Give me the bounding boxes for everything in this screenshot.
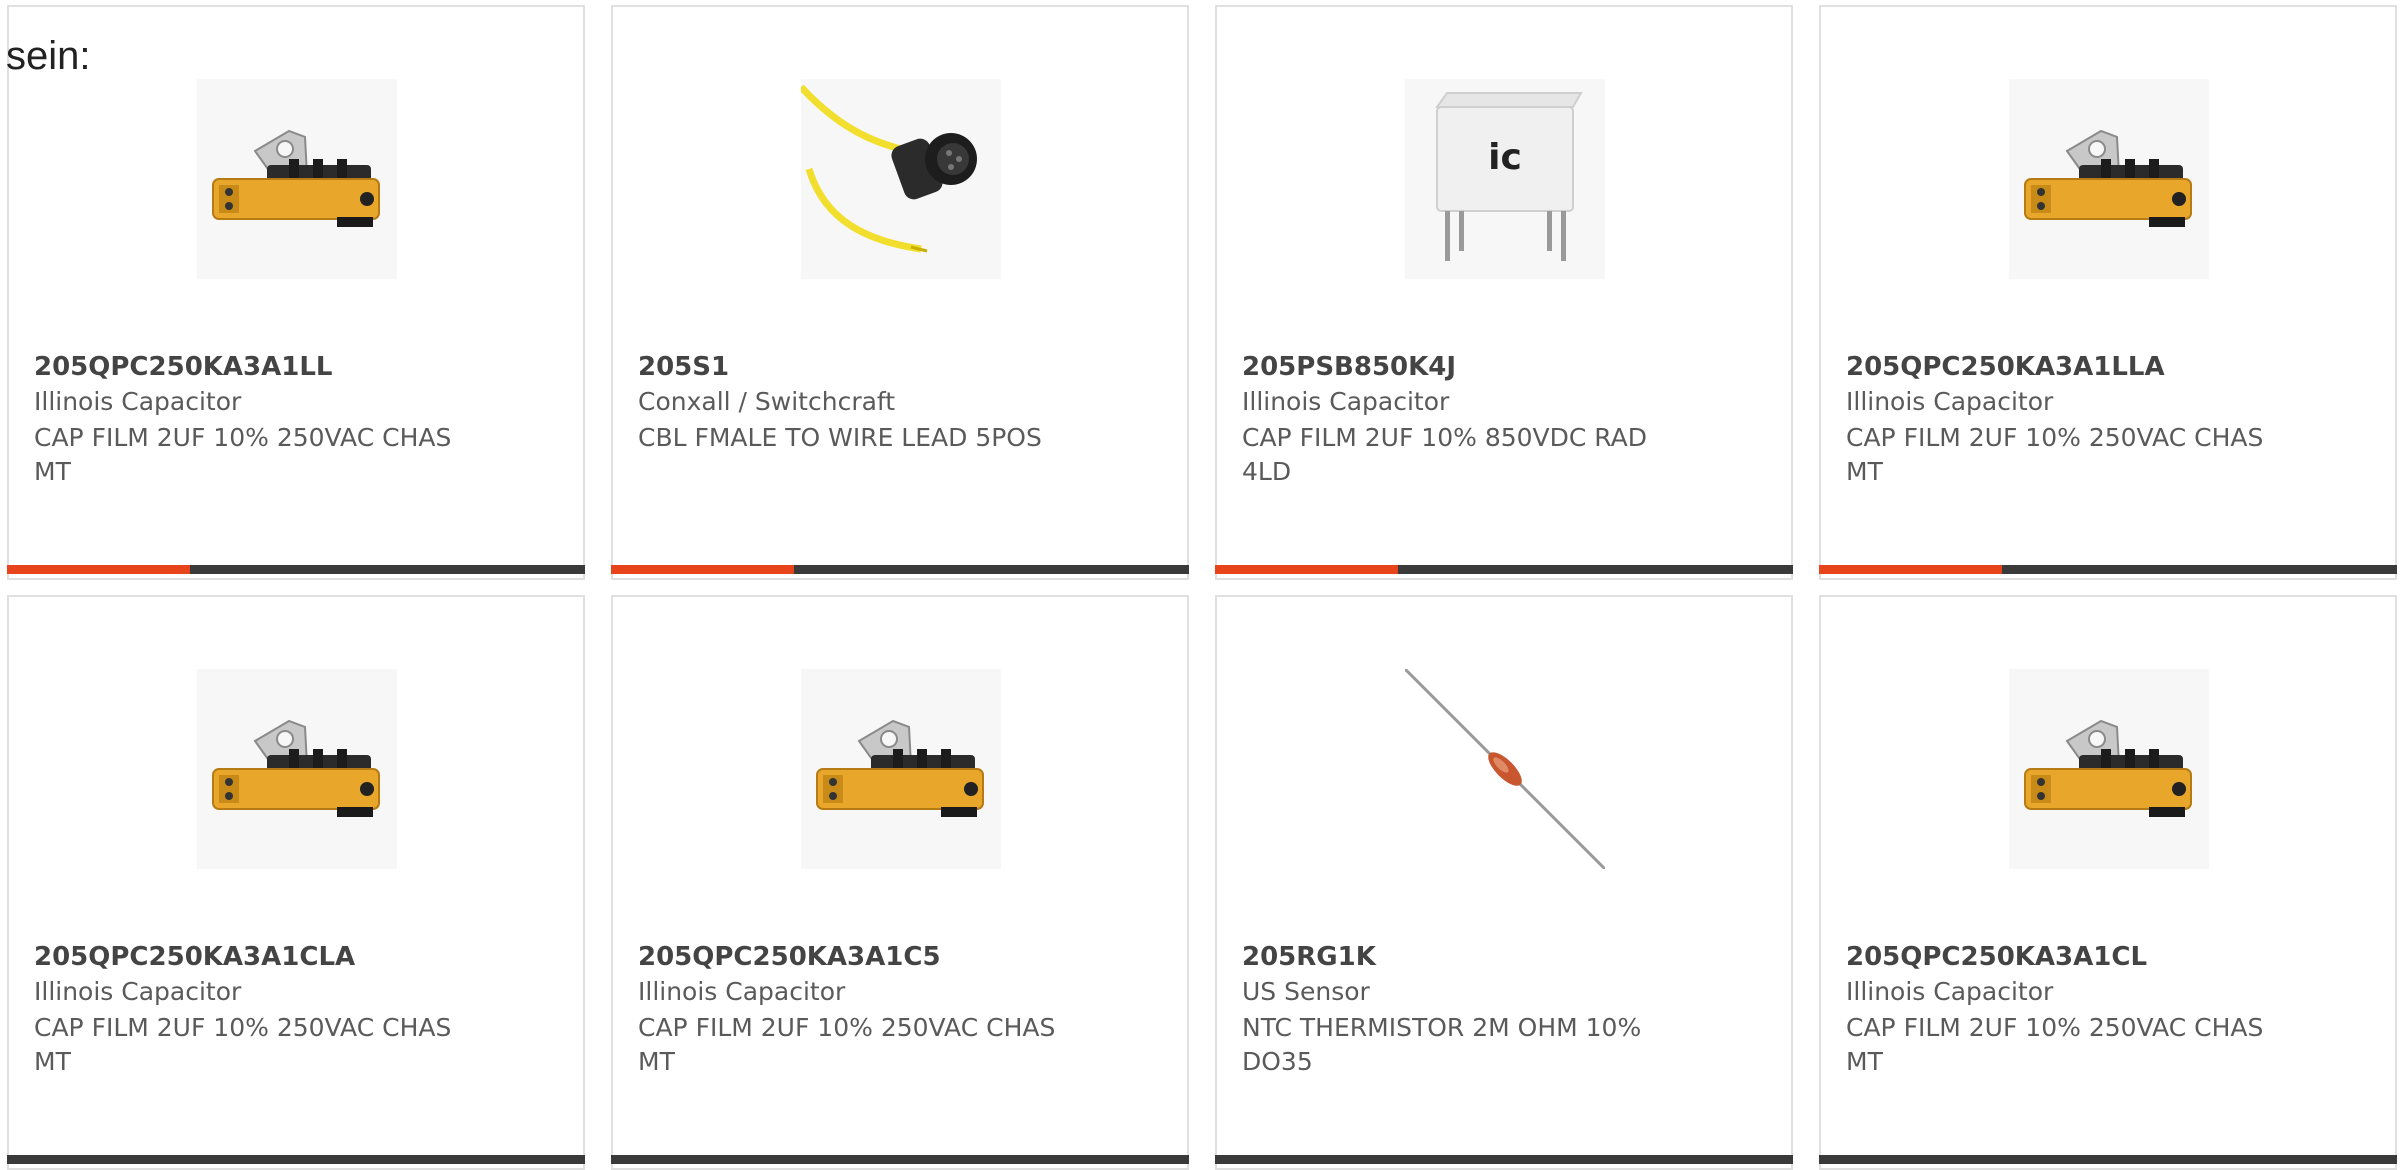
part-number[interactable]: 205S1 <box>638 352 729 382</box>
product-card[interactable]: 205QPC250KA3A1CLA Illinois Capacitor CAP F… <box>7 595 585 1170</box>
part-number[interactable]: 205RG1K <box>1242 942 1376 972</box>
chassis-capacitor-icon[interactable] <box>197 669 397 869</box>
card-accent-bar <box>611 565 1189 574</box>
part-number[interactable]: 205PSB850K4J <box>1242 352 1456 382</box>
card-accent-bar <box>1215 1155 1793 1164</box>
chassis-capacitor-icon[interactable] <box>2009 669 2209 869</box>
manufacturer: Illinois Capacitor <box>1846 977 2054 1006</box>
card-accent-bar <box>1215 565 1793 574</box>
card-accent-fill <box>1215 565 1398 574</box>
radial-capacitor-icon[interactable]: ic <box>1405 79 1605 279</box>
chassis-capacitor-icon[interactable] <box>197 79 397 279</box>
manufacturer: Illinois Capacitor <box>638 977 846 1006</box>
part-number[interactable]: 205QPC250KA3A1LLA <box>1846 352 2165 382</box>
manufacturer: Illinois Capacitor <box>1242 387 1450 416</box>
part-number[interactable]: 205QPC250KA3A1C5 <box>638 942 941 972</box>
product-description: CAP FILM 2UF 10% 250VAC CHAS MT <box>1846 423 2264 486</box>
part-number[interactable]: 205QPC250KA3A1CLA <box>34 942 355 972</box>
cable-connector-icon[interactable] <box>801 79 1001 279</box>
product-card[interactable]: 205QPC250KA3A1CL Illinois Capacitor CAP FI… <box>1819 595 2397 1170</box>
product-card[interactable]: 205QPC250KA3A1LLA Illinois Capacitor CAP F… <box>1819 5 2397 580</box>
svg-text:ic: ic <box>1488 137 1522 178</box>
product-description: CBL FMALE TO WIRE LEAD 5POS <box>638 423 1042 452</box>
product-description: CAP FILM 2UF 10% 250VAC CHAS MT <box>34 1013 452 1076</box>
card-accent-fill <box>1819 565 2002 574</box>
manufacturer: US Sensor <box>1242 977 1370 1006</box>
product-card[interactable]: ic 205PSB850K4J Illinois Capacitor CAP FIL… <box>1215 5 1793 580</box>
product-card[interactable]: 205S1 Conxall / Switchcraft CBL FMALE TO W… <box>611 5 1189 580</box>
product-description: CAP FILM 2UF 10% 250VAC CHAS MT <box>1846 1013 2264 1076</box>
card-accent-fill <box>611 565 794 574</box>
card-accent-bar <box>7 565 585 574</box>
product-description: CAP FILM 2UF 10% 250VAC CHAS MT <box>638 1013 1056 1076</box>
manufacturer: Illinois Capacitor <box>34 977 242 1006</box>
card-accent-bar <box>1819 565 2397 574</box>
product-description: CAP FILM 2UF 10% 250VAC CHAS MT <box>34 423 452 486</box>
product-card[interactable]: 205RG1K US Sensor NTC THERMISTOR 2M OHM 10… <box>1215 595 1793 1170</box>
chassis-capacitor-icon[interactable] <box>2009 79 2209 279</box>
product-card[interactable]: 205QPC250KA3A1C5 Illinois Capacitor CAP FI… <box>611 595 1189 1170</box>
product-description: CAP FILM 2UF 10% 850VDC RAD 4LD <box>1242 423 1648 486</box>
card-accent-bar <box>7 1155 585 1164</box>
product-card[interactable]: 205QPC250KA3A1LL Illinois Capacitor CAP FI… <box>7 5 585 580</box>
card-accent-fill <box>7 565 190 574</box>
card-accent-bar <box>611 1155 1189 1164</box>
manufacturer: Illinois Capacitor <box>34 387 242 416</box>
manufacturer: Illinois Capacitor <box>1846 387 2054 416</box>
page-heading: sein: <box>6 34 91 78</box>
card-accent-bar <box>1819 1155 2397 1164</box>
part-number[interactable]: 205QPC250KA3A1CL <box>1846 942 2147 972</box>
part-number[interactable]: 205QPC250KA3A1LL <box>34 352 333 382</box>
manufacturer: Conxall / Switchcraft <box>638 387 896 416</box>
chassis-capacitor-icon[interactable] <box>801 669 1001 869</box>
thermistor-icon[interactable] <box>1405 669 1605 869</box>
product-description: NTC THERMISTOR 2M OHM 10% DO35 <box>1242 1013 1642 1076</box>
